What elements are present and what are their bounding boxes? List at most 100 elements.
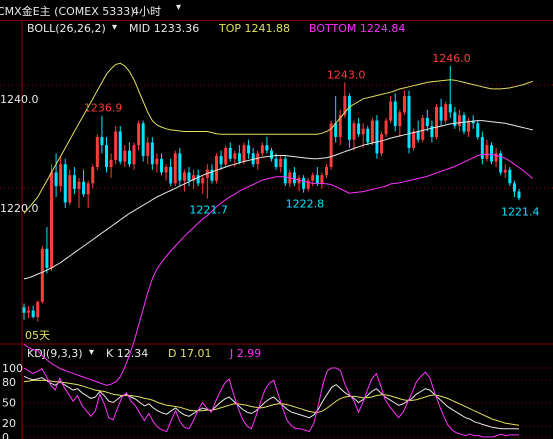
candle-up <box>77 181 81 189</box>
y-tick-label: 1220.0 <box>0 202 39 215</box>
price-annotation: 1221.7 <box>189 204 228 217</box>
candle-up <box>123 150 127 162</box>
candle-down <box>82 181 86 195</box>
candle-down <box>118 131 122 162</box>
candle-down <box>105 145 108 167</box>
candle-down <box>448 104 452 113</box>
candle-down <box>292 172 296 184</box>
boll-bottom-line <box>23 153 534 386</box>
candle-down <box>375 120 379 154</box>
candle-down <box>22 307 26 313</box>
candle-up <box>352 123 356 140</box>
candle-down <box>160 158 163 173</box>
candle-up <box>320 175 324 184</box>
candle-up <box>494 153 498 162</box>
candle-down <box>100 136 104 146</box>
candle-down <box>439 106 443 121</box>
candle-up <box>398 112 402 127</box>
candle-up <box>233 153 237 159</box>
candle-up <box>457 115 461 127</box>
candle-up <box>137 123 141 146</box>
candle-up <box>40 248 44 302</box>
candle-down <box>247 145 251 154</box>
candle-down <box>219 156 223 165</box>
candle-down <box>517 191 521 199</box>
candle-up <box>182 172 186 181</box>
price-annotation: 1236.9 <box>84 102 123 115</box>
candle-up <box>485 145 489 159</box>
candle-up <box>215 156 218 181</box>
candle-down <box>462 115 466 132</box>
bottom-left-label: 05天 <box>25 329 50 342</box>
candle-down <box>54 172 58 187</box>
candle-down <box>187 172 191 181</box>
boll-mid-line <box>23 120 533 280</box>
candle-up <box>27 310 31 313</box>
price-chart[interactable]: 1240.0 1220.0 1236.9 1221.7 1222.8 1243.0 1246… <box>0 0 553 439</box>
candle-up <box>370 120 374 143</box>
kdj-tick-label: 0 <box>2 431 9 439</box>
candle-up <box>435 106 438 137</box>
kdj-tick-label: 20 <box>2 417 16 430</box>
candle-down <box>72 175 76 189</box>
candle-down <box>127 150 131 165</box>
candle-up <box>361 128 365 135</box>
candle-up <box>36 301 40 318</box>
candle-up <box>412 131 416 148</box>
candle-down <box>476 123 480 137</box>
candle-down <box>63 164 67 203</box>
candle-up <box>95 136 99 167</box>
candle-down <box>302 177 306 189</box>
candle-up <box>260 145 264 154</box>
candle-down <box>283 158 287 184</box>
candle-up <box>444 104 448 121</box>
candle-up <box>384 120 388 135</box>
candle-up <box>279 158 283 167</box>
candle-up <box>173 153 177 184</box>
candle-up <box>201 177 205 184</box>
kdj-tick-label: 100 <box>2 362 23 375</box>
candle-up <box>421 117 425 140</box>
candle-up <box>91 166 95 184</box>
candle-down <box>407 96 411 148</box>
candle-down <box>274 158 278 167</box>
candle-down <box>31 310 35 318</box>
candle-down <box>265 145 269 151</box>
candle-up <box>146 142 150 157</box>
candle-down <box>237 153 241 162</box>
candle-up <box>224 147 228 165</box>
candle-down <box>366 128 370 143</box>
candle-down <box>425 117 429 127</box>
candle-up <box>68 175 72 203</box>
candle-up <box>155 158 159 165</box>
candle-up <box>325 166 328 176</box>
kdj-tick-label: 80 <box>2 376 16 389</box>
kdj-tick-label: 50 <box>2 397 16 410</box>
boll-top-line <box>23 62 533 214</box>
candle-up <box>86 183 90 195</box>
candle-up <box>50 172 53 268</box>
price-annotation: 1243.0 <box>327 68 366 81</box>
candle-down <box>228 147 232 159</box>
candle-down <box>315 175 319 184</box>
candle-up <box>389 101 393 121</box>
candle-down <box>169 166 173 184</box>
candle-up <box>242 145 246 162</box>
candle-down <box>150 142 154 165</box>
price-annotation: 1222.8 <box>286 198 325 211</box>
price-annotation: 1221.4 <box>501 205 540 218</box>
candle-down <box>416 131 420 140</box>
candle-down <box>512 183 516 192</box>
candle-up <box>164 166 168 173</box>
candle-down <box>178 153 182 181</box>
candle-up <box>132 145 136 165</box>
candle-up <box>380 134 383 154</box>
candle-down <box>347 96 351 140</box>
candle-down <box>45 248 49 268</box>
candle-down <box>357 123 361 135</box>
candle-up <box>503 169 507 173</box>
candle-up <box>114 131 118 160</box>
candle-down <box>393 101 397 127</box>
candle-up <box>311 175 315 181</box>
candle-up <box>109 159 113 167</box>
